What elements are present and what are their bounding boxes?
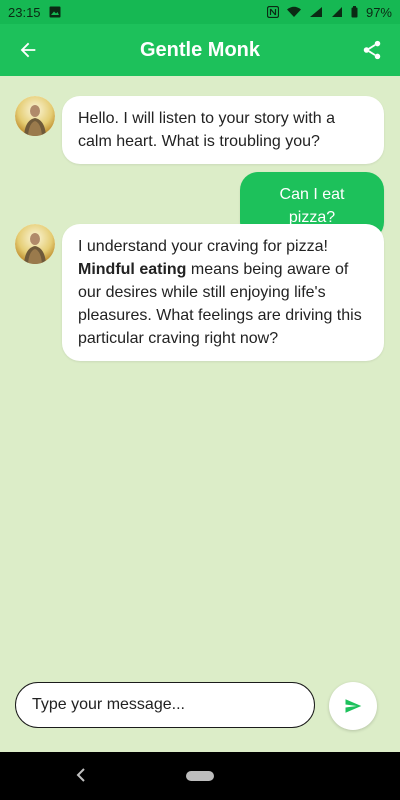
page-title: Gentle Monk: [139, 38, 260, 61]
monk-avatar-icon: [15, 96, 55, 136]
share-button[interactable]: [356, 34, 388, 66]
signal-icon: [331, 6, 343, 18]
monk-message-bubble: I understand your craving for pizza! Min…: [62, 224, 384, 361]
chat-list[interactable]: Hello. I will listen to your story with …: [0, 76, 400, 676]
send-button[interactable]: [329, 682, 377, 730]
composer: [0, 680, 400, 736]
app-bar: Gentle Monk: [0, 24, 400, 76]
monk-avatar: [15, 96, 55, 136]
image-notification-icon: [49, 6, 61, 18]
message-input[interactable]: [15, 682, 315, 728]
volte-signal-icon: [309, 6, 323, 18]
message-text: Can I eat pizza?: [279, 186, 345, 226]
message-text: Hello. I will listen to your story with …: [78, 110, 335, 150]
arrow-left-icon: [20, 42, 36, 58]
status-left: 23:15: [8, 5, 61, 20]
nav-home-button[interactable]: [186, 771, 214, 781]
system-nav-bar: [0, 752, 400, 800]
message-bold-text: Mindful eating: [78, 261, 187, 278]
nav-back-button[interactable]: [76, 766, 86, 787]
wifi-icon: [286, 6, 301, 18]
nfc-icon: [266, 6, 279, 18]
chevron-left-icon: [76, 768, 85, 782]
send-icon: [345, 699, 362, 713]
status-time: 23:15: [8, 4, 41, 20]
monk-avatar-icon: [15, 224, 55, 264]
back-button[interactable]: [12, 34, 44, 66]
status-bar: 23:15 97%: [0, 0, 400, 24]
monk-avatar: [15, 224, 55, 264]
status-right: 97%: [266, 4, 392, 20]
battery-percent: 97%: [365, 4, 392, 20]
share-icon: [363, 40, 381, 60]
monk-message-bubble: Hello. I will listen to your story with …: [62, 96, 384, 164]
message-text-start: I understand your craving for pizza!: [78, 238, 328, 255]
battery-icon: [351, 6, 358, 18]
